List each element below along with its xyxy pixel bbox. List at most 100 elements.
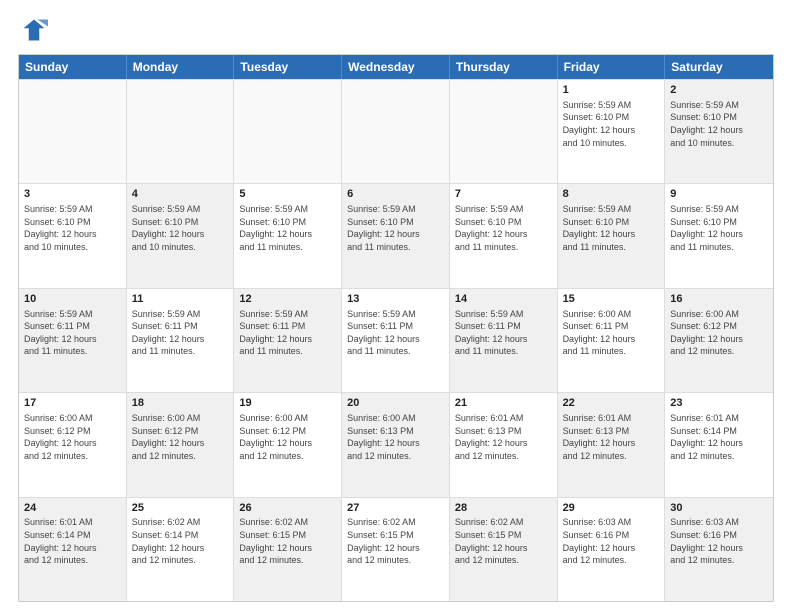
cal-row: 17Sunrise: 6:00 AM Sunset: 6:12 PM Dayli… <box>19 392 773 496</box>
cal-header-day: Tuesday <box>234 55 342 79</box>
cal-cell <box>450 80 558 183</box>
cal-cell: 23Sunrise: 6:01 AM Sunset: 6:14 PM Dayli… <box>665 393 773 496</box>
cell-info: Sunrise: 6:00 AM Sunset: 6:12 PM Dayligh… <box>239 412 336 462</box>
cell-info: Sunrise: 5:59 AM Sunset: 6:10 PM Dayligh… <box>563 99 660 149</box>
cal-cell: 4Sunrise: 5:59 AM Sunset: 6:10 PM Daylig… <box>127 184 235 287</box>
cal-header-day: Saturday <box>665 55 773 79</box>
cell-info: Sunrise: 5:59 AM Sunset: 6:10 PM Dayligh… <box>239 203 336 253</box>
cal-cell: 25Sunrise: 6:02 AM Sunset: 6:14 PM Dayli… <box>127 498 235 601</box>
cell-info: Sunrise: 6:01 AM Sunset: 6:14 PM Dayligh… <box>670 412 768 462</box>
cal-header-day: Friday <box>558 55 666 79</box>
cal-cell: 10Sunrise: 5:59 AM Sunset: 6:11 PM Dayli… <box>19 289 127 392</box>
cal-header-day: Wednesday <box>342 55 450 79</box>
cal-cell: 19Sunrise: 6:00 AM Sunset: 6:12 PM Dayli… <box>234 393 342 496</box>
cal-cell: 3Sunrise: 5:59 AM Sunset: 6:10 PM Daylig… <box>19 184 127 287</box>
day-number: 22 <box>563 396 660 411</box>
day-number: 17 <box>24 396 121 411</box>
cal-cell: 2Sunrise: 5:59 AM Sunset: 6:10 PM Daylig… <box>665 80 773 183</box>
cell-info: Sunrise: 6:02 AM Sunset: 6:15 PM Dayligh… <box>455 516 552 566</box>
cell-info: Sunrise: 6:00 AM Sunset: 6:12 PM Dayligh… <box>24 412 121 462</box>
day-number: 14 <box>455 292 552 307</box>
cal-cell <box>127 80 235 183</box>
header <box>18 16 774 44</box>
cal-cell: 30Sunrise: 6:03 AM Sunset: 6:16 PM Dayli… <box>665 498 773 601</box>
day-number: 29 <box>563 501 660 516</box>
calendar: SundayMondayTuesdayWednesdayThursdayFrid… <box>18 54 774 602</box>
day-number: 26 <box>239 501 336 516</box>
day-number: 2 <box>670 83 768 98</box>
day-number: 6 <box>347 187 444 202</box>
cell-info: Sunrise: 6:01 AM Sunset: 6:13 PM Dayligh… <box>563 412 660 462</box>
cal-cell: 9Sunrise: 5:59 AM Sunset: 6:10 PM Daylig… <box>665 184 773 287</box>
day-number: 5 <box>239 187 336 202</box>
cal-cell: 1Sunrise: 5:59 AM Sunset: 6:10 PM Daylig… <box>558 80 666 183</box>
cal-cell <box>234 80 342 183</box>
cal-cell: 27Sunrise: 6:02 AM Sunset: 6:15 PM Dayli… <box>342 498 450 601</box>
cal-cell: 28Sunrise: 6:02 AM Sunset: 6:15 PM Dayli… <box>450 498 558 601</box>
cal-cell <box>19 80 127 183</box>
day-number: 16 <box>670 292 768 307</box>
cell-info: Sunrise: 6:01 AM Sunset: 6:14 PM Dayligh… <box>24 516 121 566</box>
cal-cell: 18Sunrise: 6:00 AM Sunset: 6:12 PM Dayli… <box>127 393 235 496</box>
cell-info: Sunrise: 6:03 AM Sunset: 6:16 PM Dayligh… <box>670 516 768 566</box>
cal-cell: 24Sunrise: 6:01 AM Sunset: 6:14 PM Dayli… <box>19 498 127 601</box>
day-number: 9 <box>670 187 768 202</box>
cal-cell: 17Sunrise: 6:00 AM Sunset: 6:12 PM Dayli… <box>19 393 127 496</box>
cell-info: Sunrise: 6:03 AM Sunset: 6:16 PM Dayligh… <box>563 516 660 566</box>
cal-header-day: Sunday <box>19 55 127 79</box>
day-number: 11 <box>132 292 229 307</box>
cell-info: Sunrise: 5:59 AM Sunset: 6:11 PM Dayligh… <box>239 308 336 358</box>
cal-cell: 20Sunrise: 6:00 AM Sunset: 6:13 PM Dayli… <box>342 393 450 496</box>
cal-header-day: Monday <box>127 55 235 79</box>
day-number: 25 <box>132 501 229 516</box>
cell-info: Sunrise: 5:59 AM Sunset: 6:10 PM Dayligh… <box>563 203 660 253</box>
cal-cell: 15Sunrise: 6:00 AM Sunset: 6:11 PM Dayli… <box>558 289 666 392</box>
cal-cell: 11Sunrise: 5:59 AM Sunset: 6:11 PM Dayli… <box>127 289 235 392</box>
cal-cell: 13Sunrise: 5:59 AM Sunset: 6:11 PM Dayli… <box>342 289 450 392</box>
cell-info: Sunrise: 5:59 AM Sunset: 6:10 PM Dayligh… <box>24 203 121 253</box>
cell-info: Sunrise: 6:00 AM Sunset: 6:12 PM Dayligh… <box>670 308 768 358</box>
cell-info: Sunrise: 5:59 AM Sunset: 6:11 PM Dayligh… <box>347 308 444 358</box>
day-number: 3 <box>24 187 121 202</box>
cal-cell: 8Sunrise: 5:59 AM Sunset: 6:10 PM Daylig… <box>558 184 666 287</box>
cal-cell: 16Sunrise: 6:00 AM Sunset: 6:12 PM Dayli… <box>665 289 773 392</box>
cell-info: Sunrise: 5:59 AM Sunset: 6:10 PM Dayligh… <box>347 203 444 253</box>
cal-header-day: Thursday <box>450 55 558 79</box>
cal-cell: 22Sunrise: 6:01 AM Sunset: 6:13 PM Dayli… <box>558 393 666 496</box>
cal-cell: 5Sunrise: 5:59 AM Sunset: 6:10 PM Daylig… <box>234 184 342 287</box>
cell-info: Sunrise: 6:02 AM Sunset: 6:15 PM Dayligh… <box>347 516 444 566</box>
day-number: 18 <box>132 396 229 411</box>
day-number: 20 <box>347 396 444 411</box>
cell-info: Sunrise: 6:02 AM Sunset: 6:15 PM Dayligh… <box>239 516 336 566</box>
cal-cell: 29Sunrise: 6:03 AM Sunset: 6:16 PM Dayli… <box>558 498 666 601</box>
day-number: 13 <box>347 292 444 307</box>
cell-info: Sunrise: 5:59 AM Sunset: 6:10 PM Dayligh… <box>670 203 768 253</box>
day-number: 12 <box>239 292 336 307</box>
cal-cell: 7Sunrise: 5:59 AM Sunset: 6:10 PM Daylig… <box>450 184 558 287</box>
day-number: 7 <box>455 187 552 202</box>
day-number: 28 <box>455 501 552 516</box>
day-number: 27 <box>347 501 444 516</box>
cell-info: Sunrise: 6:00 AM Sunset: 6:11 PM Dayligh… <box>563 308 660 358</box>
day-number: 21 <box>455 396 552 411</box>
day-number: 1 <box>563 83 660 98</box>
logo-icon <box>20 16 48 44</box>
cal-cell: 6Sunrise: 5:59 AM Sunset: 6:10 PM Daylig… <box>342 184 450 287</box>
cell-info: Sunrise: 5:59 AM Sunset: 6:10 PM Dayligh… <box>455 203 552 253</box>
day-number: 24 <box>24 501 121 516</box>
cal-cell: 12Sunrise: 5:59 AM Sunset: 6:11 PM Dayli… <box>234 289 342 392</box>
cal-cell: 14Sunrise: 5:59 AM Sunset: 6:11 PM Dayli… <box>450 289 558 392</box>
day-number: 8 <box>563 187 660 202</box>
logo <box>18 16 50 44</box>
cell-info: Sunrise: 5:59 AM Sunset: 6:11 PM Dayligh… <box>455 308 552 358</box>
day-number: 23 <box>670 396 768 411</box>
cell-info: Sunrise: 5:59 AM Sunset: 6:10 PM Dayligh… <box>670 99 768 149</box>
cal-row: 3Sunrise: 5:59 AM Sunset: 6:10 PM Daylig… <box>19 183 773 287</box>
cal-cell: 26Sunrise: 6:02 AM Sunset: 6:15 PM Dayli… <box>234 498 342 601</box>
cal-row: 10Sunrise: 5:59 AM Sunset: 6:11 PM Dayli… <box>19 288 773 392</box>
cell-info: Sunrise: 5:59 AM Sunset: 6:10 PM Dayligh… <box>132 203 229 253</box>
day-number: 4 <box>132 187 229 202</box>
cell-info: Sunrise: 5:59 AM Sunset: 6:11 PM Dayligh… <box>132 308 229 358</box>
cal-row: 24Sunrise: 6:01 AM Sunset: 6:14 PM Dayli… <box>19 497 773 601</box>
cell-info: Sunrise: 6:00 AM Sunset: 6:12 PM Dayligh… <box>132 412 229 462</box>
